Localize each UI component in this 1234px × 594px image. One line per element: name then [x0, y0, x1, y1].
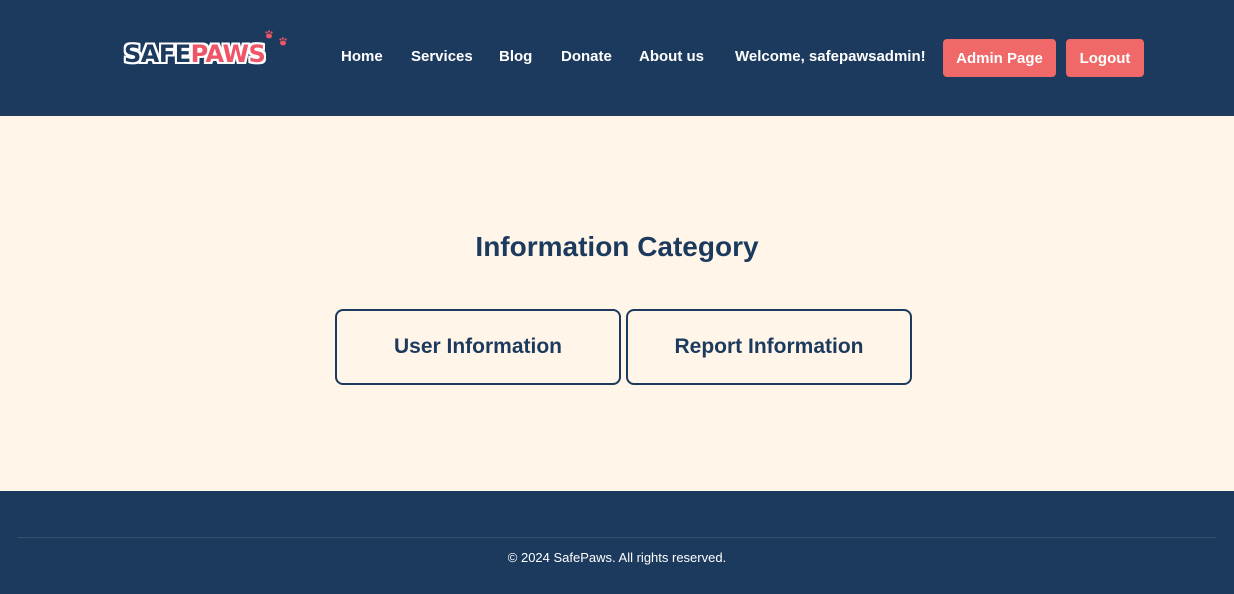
- logo-word-safe: SAFE: [124, 40, 191, 68]
- paw-print-icon: [265, 30, 287, 46]
- admin-page-button[interactable]: Admin Page: [943, 39, 1056, 77]
- logout-button[interactable]: Logout: [1066, 39, 1144, 77]
- nav-services[interactable]: Services: [411, 48, 473, 65]
- nav-about-us[interactable]: About us: [639, 48, 704, 65]
- logo-word-paws: PAWS: [190, 40, 266, 68]
- user-information-button[interactable]: User Information: [335, 309, 621, 385]
- copyright-text: © 2024 SafePaws. All rights reserved.: [507, 550, 727, 565]
- page-title: Information Category: [475, 231, 759, 262]
- site-footer: © 2024 SafePaws. All rights reserved.: [0, 491, 1234, 594]
- nav-home[interactable]: Home: [341, 48, 383, 65]
- nav-blog[interactable]: Blog: [499, 48, 532, 65]
- welcome-message: Welcome, safepawsadmin!: [735, 48, 926, 65]
- nav-donate[interactable]: Donate: [561, 48, 612, 65]
- footer-divider: [18, 537, 1216, 538]
- report-information-button[interactable]: Report Information: [626, 309, 912, 385]
- site-header: SAFEPAWS Home Services Blog Donate About…: [0, 0, 1234, 116]
- safepaws-logo[interactable]: SAFEPAWS: [124, 30, 294, 74]
